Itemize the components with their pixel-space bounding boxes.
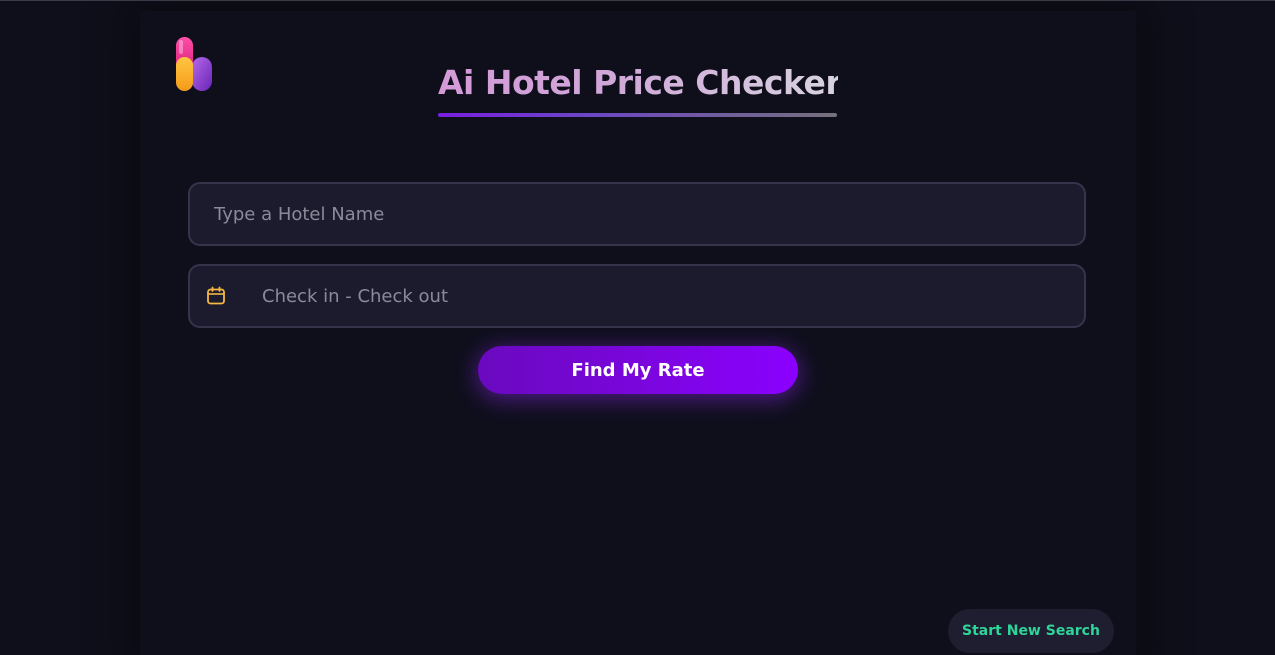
main-panel (140, 11, 1136, 655)
hotel-name-input[interactable] (190, 184, 1084, 244)
title-underline (438, 113, 837, 117)
hotel-logo-icon (176, 37, 212, 91)
page-title: Ai Hotel Price Checker (438, 61, 842, 105)
find-my-rate-button[interactable]: Find My Rate (478, 346, 798, 394)
start-new-search-button[interactable]: Start New Search (948, 609, 1114, 653)
hotel-name-field[interactable] (188, 182, 1086, 246)
page: Ai Hotel Price Checker Find My Rate Star… (0, 0, 1275, 655)
date-range-input[interactable] (190, 266, 1084, 326)
date-range-field[interactable] (188, 264, 1086, 328)
title-block: Ai Hotel Price Checker (438, 61, 842, 117)
